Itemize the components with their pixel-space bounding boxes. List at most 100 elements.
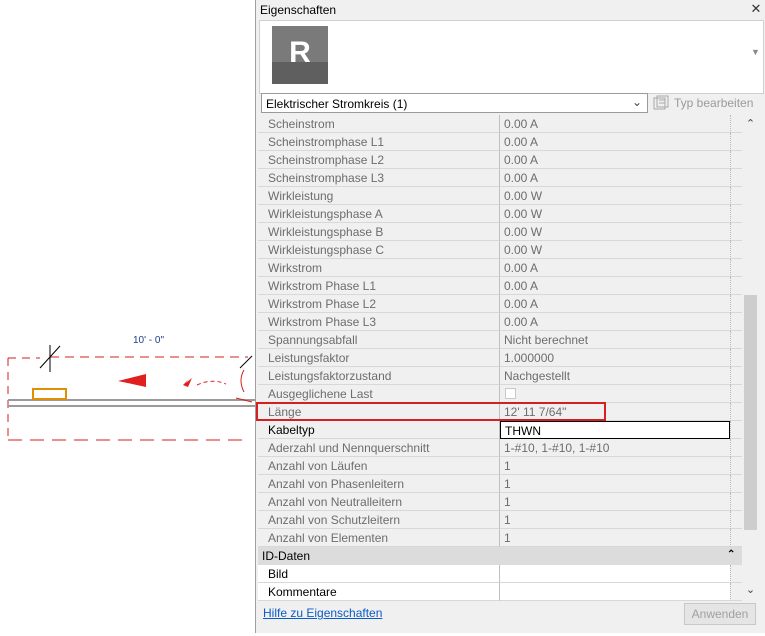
property-label: Ausgeglichene Last	[258, 385, 500, 403]
property-label: Wirkleistungsphase A	[258, 205, 500, 223]
apply-button[interactable]: Anwenden	[684, 603, 756, 625]
property-value: 0.00 W	[500, 241, 730, 259]
property-label: Aderzahl und Nennquerschnitt	[258, 439, 500, 457]
property-value: 1-#10, 1-#10, 1-#10	[500, 439, 730, 457]
scroll-up-icon[interactable]: ⌃	[742, 117, 759, 133]
property-label: Scheinstrom	[258, 115, 500, 133]
edit-type-icon	[653, 95, 669, 110]
property-label: Wirkstrom Phase L3	[258, 313, 500, 331]
cable-type-input[interactable]: THWN	[500, 421, 730, 439]
property-row: Spannungsabfall Nicht berechnet	[258, 331, 742, 349]
property-value: 0.00 A	[500, 277, 730, 295]
property-label: Wirkleistungsphase B	[258, 223, 500, 241]
property-row-cable-type[interactable]: Kabeltyp THWN	[258, 421, 742, 439]
scroll-down-icon[interactable]: ⌄	[742, 583, 759, 599]
preview-dropdown-icon[interactable]: ▼	[751, 47, 760, 57]
circuit-drawing	[7, 345, 256, 441]
property-row: Scheinstromphase L2 0.00 A	[258, 151, 742, 169]
edit-type-label: Typ bearbeiten	[674, 96, 754, 110]
property-label: Leistungsfaktorzustand	[258, 367, 500, 385]
property-row: Ausgeglichene Last	[258, 385, 742, 403]
property-row: Anzahl von Läufen 1	[258, 457, 742, 475]
property-label: Scheinstromphase L3	[258, 169, 500, 187]
property-row: Anzahl von Neutralleitern 1	[258, 493, 742, 511]
property-value: 1	[500, 457, 730, 475]
property-row: Wirkstrom Phase L3 0.00 A	[258, 313, 742, 331]
revit-logo-icon: R	[272, 26, 328, 84]
property-row: Wirkleistung 0.00 W	[258, 187, 742, 205]
property-label: Scheinstromphase L1	[258, 133, 500, 151]
property-label: Wirkleistungsphase C	[258, 241, 500, 259]
property-row: Wirkleistungsphase B 0.00 W	[258, 223, 742, 241]
property-row[interactable]: Bild	[258, 565, 742, 583]
property-value: Nachgestellt	[500, 367, 730, 385]
property-row: Wirkleistungsphase A 0.00 W	[258, 205, 742, 223]
group-label: ID-Daten	[262, 549, 311, 563]
property-value: 0.00 W	[500, 223, 730, 241]
comments-value[interactable]	[500, 583, 730, 601]
length-highlight-box	[256, 402, 606, 421]
scroll-thumb[interactable]	[744, 295, 757, 530]
property-label: Wirkleistung	[258, 187, 500, 205]
property-label: Leistungsfaktor	[258, 349, 500, 367]
property-label: Kabeltyp	[258, 421, 500, 439]
property-value: Nicht berechnet	[500, 331, 730, 349]
property-value: 0.00 W	[500, 187, 730, 205]
property-value: 0.00 A	[500, 133, 730, 151]
property-value: 0.00 A	[500, 169, 730, 187]
balanced-load-checkbox[interactable]	[505, 388, 516, 399]
type-preview: R ▼	[259, 20, 764, 94]
property-value: 1	[500, 511, 730, 529]
group-header-id-data[interactable]: ID-Daten ⌃	[258, 547, 742, 565]
property-row: Scheinstromphase L1 0.00 A	[258, 133, 742, 151]
property-row: Wirkleistungsphase C 0.00 W	[258, 241, 742, 259]
property-label: Wirkstrom Phase L1	[258, 277, 500, 295]
property-label: Bild	[258, 565, 500, 583]
property-row: Anzahl von Elementen 1	[258, 529, 742, 547]
property-row: Wirkstrom 0.00 A	[258, 259, 742, 277]
panel-title: Eigenschaften	[260, 3, 337, 17]
property-row: Anzahl von Phasenleitern 1	[258, 475, 742, 493]
property-label: Anzahl von Neutralleitern	[258, 493, 500, 511]
property-label: Scheinstromphase L2	[258, 151, 500, 169]
property-row: Leistungsfaktor 1.000000	[258, 349, 742, 367]
property-row: Scheinstromphase L3 0.00 A	[258, 169, 742, 187]
image-value[interactable]	[500, 565, 730, 583]
type-selector[interactable]: Elektrischer Stromkreis (1) ⌄	[261, 93, 648, 113]
property-row: Wirkstrom Phase L2 0.00 A	[258, 295, 742, 313]
property-value: 1	[500, 529, 730, 547]
close-icon[interactable]: ✕	[748, 1, 764, 17]
property-label: Anzahl von Läufen	[258, 457, 500, 475]
property-label: Wirkstrom	[258, 259, 500, 277]
drawing-canvas[interactable]: 10' - 0"	[0, 0, 256, 633]
vertical-scrollbar[interactable]: ⌃ ⌄	[742, 115, 759, 601]
property-value: 1	[500, 493, 730, 511]
property-grid: Scheinstrom 0.00 A Scheinstromphase L1 0.0…	[258, 115, 742, 601]
property-value: 0.00 A	[500, 313, 730, 331]
property-row: Leistungsfaktorzustand Nachgestellt	[258, 367, 742, 385]
property-value	[500, 385, 730, 403]
property-row: Scheinstrom 0.00 A	[258, 115, 742, 133]
property-label: Anzahl von Elementen	[258, 529, 500, 547]
property-label: Anzahl von Schutzleitern	[258, 511, 500, 529]
property-label: Anzahl von Phasenleitern	[258, 475, 500, 493]
chevron-down-icon: ⌄	[632, 95, 643, 109]
property-value: 1.000000	[500, 349, 730, 367]
property-value: 0.00 W	[500, 205, 730, 223]
property-row: Wirkstrom Phase L1 0.00 A	[258, 277, 742, 295]
panel-titlebar[interactable]: Eigenschaften ✕	[256, 0, 765, 20]
collapse-icon[interactable]: ⌃	[727, 549, 735, 560]
property-row: Aderzahl und Nennquerschnitt 1-#10, 1-#10…	[258, 439, 742, 457]
help-link[interactable]: Hilfe zu Eigenschaften	[263, 606, 382, 620]
dimension-label: 10' - 0"	[133, 335, 165, 346]
property-value: 0.00 A	[500, 295, 730, 313]
property-row[interactable]: Kommentare	[258, 583, 742, 601]
property-label: Spannungsabfall	[258, 331, 500, 349]
type-selector-value: Elektrischer Stromkreis (1)	[266, 97, 408, 111]
property-value: 0.00 A	[500, 151, 730, 169]
property-label: Kommentare	[258, 583, 500, 601]
property-row: Anzahl von Schutzleitern 1	[258, 511, 742, 529]
property-value: 0.00 A	[500, 259, 730, 277]
svg-text:R: R	[289, 36, 311, 69]
property-value: 0.00 A	[500, 115, 730, 133]
